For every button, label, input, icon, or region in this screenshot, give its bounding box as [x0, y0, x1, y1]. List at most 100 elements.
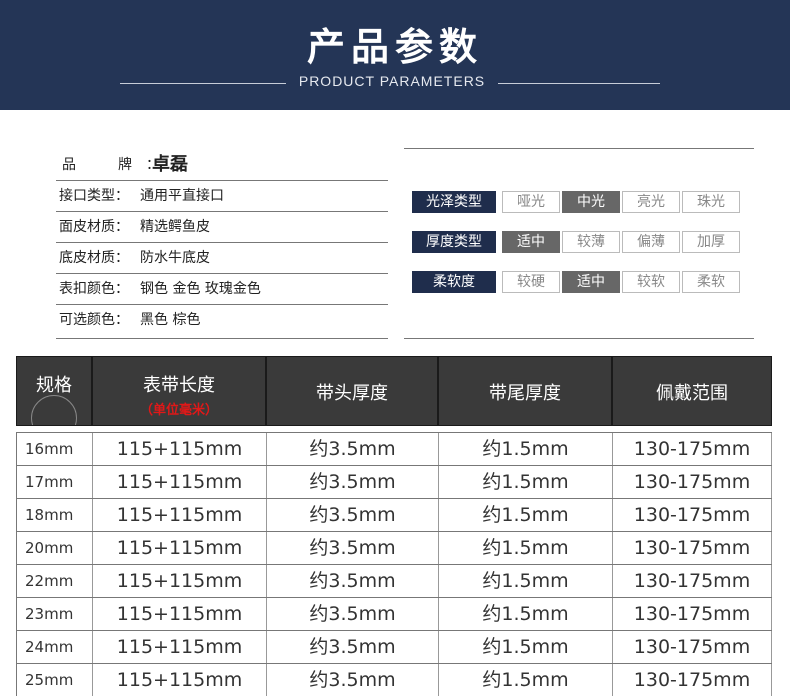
header-tail-thickness: 带尾厚度 — [438, 356, 612, 426]
info-value: 钢色 金色 玫瑰金色 — [140, 281, 261, 297]
header-length-unit: （单位毫米） — [139, 403, 218, 418]
option-chip-selected: 适中 — [562, 271, 620, 293]
cell-head-thickness: 约3.5mm — [266, 565, 438, 597]
table-body: 16mm 115+115mm 约3.5mm 约1.5mm 130-175mm 1… — [16, 432, 772, 696]
option-chip: 较软 — [622, 271, 680, 293]
cell-length: 115+115mm — [92, 664, 266, 696]
option-chip-selected: 中光 — [562, 191, 620, 213]
option-chip: 亮光 — [622, 191, 680, 213]
cell-wear-range: 130-175mm — [612, 532, 772, 564]
cell-size: 23mm — [16, 598, 92, 630]
page-title: 产品参数 — [306, 24, 483, 69]
cell-length: 115+115mm — [92, 532, 266, 564]
cell-size: 24mm — [16, 631, 92, 663]
table-row: 25mm 115+115mm 约3.5mm 约1.5mm 130-175mm — [16, 663, 772, 696]
table-row: 20mm 115+115mm 约3.5mm 约1.5mm 130-175mm — [16, 531, 772, 564]
cell-length: 115+115mm — [92, 631, 266, 663]
table-row: 23mm 115+115mm 约3.5mm 约1.5mm 130-175mm — [16, 597, 772, 630]
info-label: 底皮材质： — [59, 250, 129, 266]
header-banner: 产品参数 PRODUCT PARAMETERS — [0, 0, 790, 110]
option-chip: 柔软 — [682, 271, 740, 293]
cell-length: 115+115mm — [92, 499, 266, 531]
cell-tail-thickness: 约1.5mm — [438, 598, 612, 630]
cell-tail-thickness: 约1.5mm — [438, 466, 612, 498]
option-chip: 偏薄 — [622, 231, 680, 253]
table-row: 22mm 115+115mm 约3.5mm 约1.5mm 130-175mm — [16, 564, 772, 597]
cell-tail-thickness: 约1.5mm — [438, 532, 612, 564]
cell-tail-thickness: 约1.5mm — [438, 664, 612, 696]
options-bottom-divider — [404, 338, 754, 339]
cell-head-thickness: 约3.5mm — [266, 664, 438, 696]
option-chip-selected: 适中 — [502, 231, 560, 253]
table-row: 17mm 115+115mm 约3.5mm 约1.5mm 130-175mm — [16, 465, 772, 498]
header-wear-range: 佩戴范围 — [612, 356, 772, 426]
info-value: 通用平直接口 — [140, 188, 224, 204]
option-chip: 加厚 — [682, 231, 740, 253]
option-category: 光泽类型 — [412, 191, 496, 213]
cell-head-thickness: 约3.5mm — [266, 598, 438, 630]
header-length-label: 表带长度 — [143, 375, 215, 396]
cell-wear-range: 130-175mm — [612, 565, 772, 597]
info-value: 防水牛底皮 — [140, 250, 210, 266]
cell-size: 17mm — [16, 466, 92, 498]
cell-head-thickness: 约3.5mm — [266, 433, 438, 465]
info-row-interface: 接口类型： 通用平直接口 — [56, 181, 388, 212]
info-row-buckle-color: 表扣颜色： 钢色 金色 玫瑰金色 — [56, 274, 388, 305]
option-chip: 哑光 — [502, 191, 560, 213]
cell-wear-range: 130-175mm — [612, 499, 772, 531]
cell-length: 115+115mm — [92, 433, 266, 465]
cell-tail-thickness: 约1.5mm — [438, 499, 612, 531]
option-chip: 较硬 — [502, 271, 560, 293]
info-label: 面皮材质： — [59, 219, 129, 235]
header-tail-thickness-label: 带尾厚度 — [489, 383, 561, 404]
cell-size: 18mm — [16, 499, 92, 531]
table-row: 18mm 115+115mm 约3.5mm 约1.5mm 130-175mm — [16, 498, 772, 531]
option-chip: 珠光 — [682, 191, 740, 213]
info-row-brand: 品 牌： 卓磊 — [56, 150, 388, 181]
cell-size: 22mm — [16, 565, 92, 597]
cell-tail-thickness: 约1.5mm — [438, 631, 612, 663]
watch-icon — [31, 395, 77, 425]
options-top-divider — [404, 148, 754, 149]
info-row-base-material: 底皮材质： 防水牛底皮 — [56, 243, 388, 274]
subtitle-right-divider — [498, 83, 660, 84]
cell-wear-range: 130-175mm — [612, 598, 772, 630]
info-label: 表扣颜色： — [59, 281, 129, 297]
info-bottom-divider — [56, 338, 388, 339]
header-wear-range-label: 佩戴范围 — [656, 383, 728, 404]
info-label: 接口类型： — [59, 188, 129, 204]
option-chip: 较薄 — [562, 231, 620, 253]
cell-head-thickness: 约3.5mm — [266, 631, 438, 663]
info-value: 黑色 棕色 — [140, 312, 201, 328]
cell-wear-range: 130-175mm — [612, 466, 772, 498]
option-category: 厚度类型 — [412, 231, 496, 253]
table-row: 24mm 115+115mm 约3.5mm 约1.5mm 130-175mm — [16, 630, 772, 663]
info-label: 可选颜色： — [59, 312, 129, 328]
cell-tail-thickness: 约1.5mm — [438, 433, 612, 465]
table-row: 16mm 115+115mm 约3.5mm 约1.5mm 130-175mm — [16, 432, 772, 465]
cell-tail-thickness: 约1.5mm — [438, 565, 612, 597]
option-category: 柔软度 — [412, 271, 496, 293]
header-spec: 规格 — [16, 356, 92, 426]
product-info-list: 品 牌： 卓磊 接口类型： 通用平直接口 面皮材质： 精选鳄鱼皮 底皮材质： 防… — [56, 150, 388, 335]
cell-wear-range: 130-175mm — [612, 631, 772, 663]
cell-length: 115+115mm — [92, 466, 266, 498]
info-value: 卓磊 — [152, 154, 188, 175]
info-row-colors: 可选颜色： 黑色 棕色 — [56, 305, 388, 335]
info-value: 精选鳄鱼皮 — [140, 219, 210, 235]
header-head-thickness: 带头厚度 — [266, 356, 438, 426]
page-subtitle: PRODUCT PARAMETERS — [298, 73, 486, 89]
cell-length: 115+115mm — [92, 565, 266, 597]
cell-size: 20mm — [16, 532, 92, 564]
subtitle-row: PRODUCT PARAMETERS — [0, 73, 790, 93]
subtitle-left-divider — [120, 83, 286, 84]
info-row-surface-material: 面皮材质： 精选鳄鱼皮 — [56, 212, 388, 243]
cell-wear-range: 130-175mm — [612, 433, 772, 465]
cell-head-thickness: 约3.5mm — [266, 466, 438, 498]
header-head-thickness-label: 带头厚度 — [316, 383, 388, 404]
cell-head-thickness: 约3.5mm — [266, 499, 438, 531]
header-spec-label: 规格 — [36, 375, 72, 396]
cell-size: 16mm — [16, 433, 92, 465]
table-header: 规格 表带长度 （单位毫米） 带头厚度 带尾厚度 佩戴范围 — [16, 356, 772, 426]
cell-length: 115+115mm — [92, 598, 266, 630]
